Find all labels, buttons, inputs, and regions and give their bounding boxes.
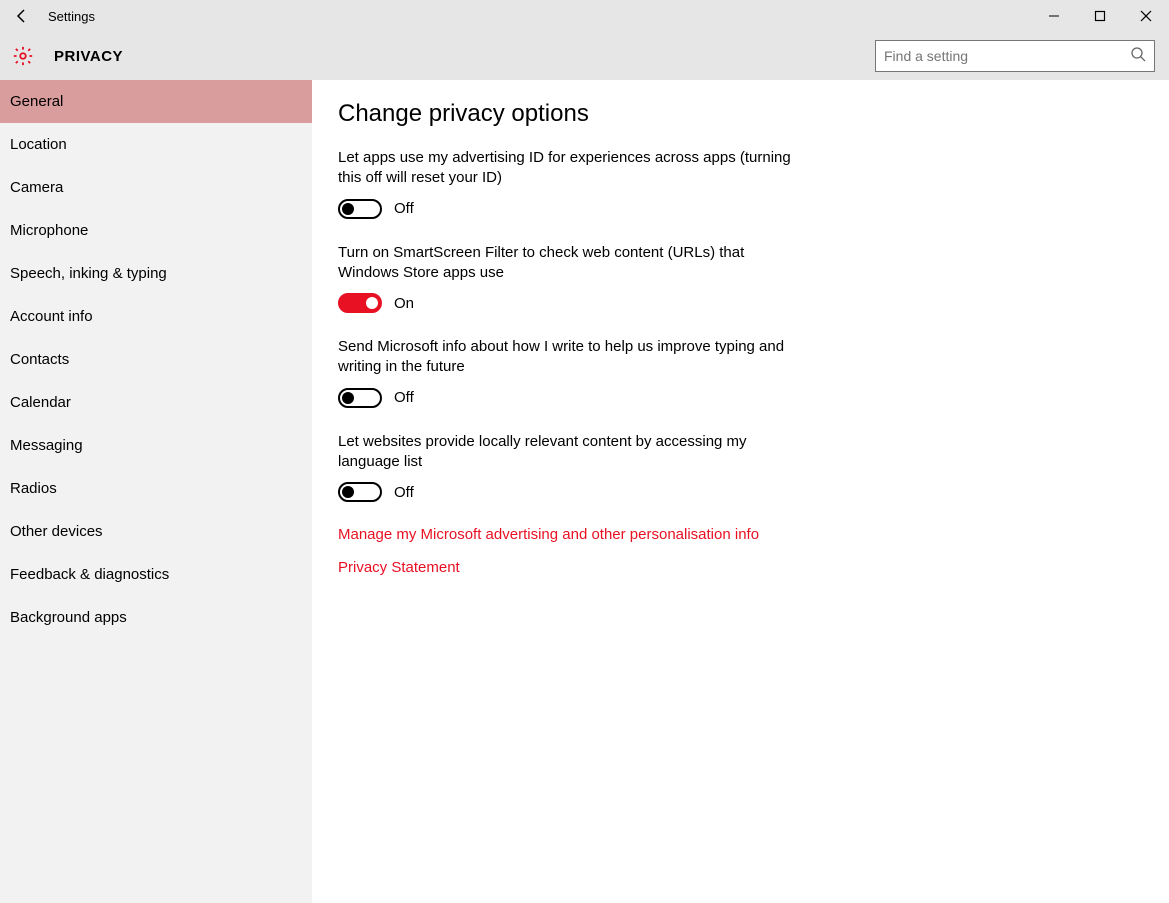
back-button[interactable] [12,6,32,26]
sidebar-item-contacts[interactable]: Contacts [0,338,312,381]
sidebar-item-label: Other devices [10,523,103,540]
setting-block: Send Microsoft info about how I write to… [338,337,798,408]
sidebar-item-general[interactable]: General [0,80,312,123]
setting-description: Send Microsoft info about how I write to… [338,337,798,378]
sidebar: General Location Camera Microphone Speech, i… [0,80,312,903]
page-heading: Change privacy options [338,100,1169,128]
close-button[interactable] [1123,0,1169,32]
sidebar-item-label: Contacts [10,351,69,368]
toggle-switch[interactable] [338,199,382,219]
sidebar-item-feedback-diagnostics[interactable]: Feedback & diagnostics [0,553,312,596]
toggle-switch[interactable] [338,293,382,313]
sidebar-item-messaging[interactable]: Messaging [0,424,312,467]
toggle-switch[interactable] [338,388,382,408]
setting-description: Turn on SmartScreen Filter to check web … [338,243,798,284]
sidebar-item-label: General [10,93,63,110]
section-title: PRIVACY [54,48,123,65]
toggle-state-label: Off [394,389,414,406]
maximize-button[interactable] [1077,0,1123,32]
sidebar-item-label: Microphone [10,222,88,239]
setting-description: Let apps use my advertising ID for exper… [338,148,798,189]
toggle-state-label: Off [394,200,414,217]
sidebar-item-label: Background apps [10,609,127,626]
search-input[interactable] [884,48,1130,64]
setting-description: Let websites provide locally relevant co… [338,432,798,473]
toggle-state-label: Off [394,484,414,501]
main-pane: Change privacy options Let apps use my a… [312,80,1169,903]
minimize-button[interactable] [1031,0,1077,32]
sidebar-item-label: Location [10,136,67,153]
sidebar-item-speech-inking-typing[interactable]: Speech, inking & typing [0,252,312,295]
setting-block: Let websites provide locally relevant co… [338,432,798,503]
search-icon [1130,46,1146,67]
toggle-state-label: On [394,295,414,312]
sidebar-item-label: Speech, inking & typing [10,265,167,282]
sidebar-item-account-info[interactable]: Account info [0,295,312,338]
sidebar-item-calendar[interactable]: Calendar [0,381,312,424]
sidebar-item-background-apps[interactable]: Background apps [0,596,312,639]
sidebar-item-label: Account info [10,308,93,325]
sidebar-item-label: Radios [10,480,57,497]
toggle-switch[interactable] [338,482,382,502]
search-box[interactable] [875,40,1155,72]
sidebar-item-other-devices[interactable]: Other devices [0,510,312,553]
setting-block: Let apps use my advertising ID for exper… [338,148,798,219]
gear-icon [12,45,34,67]
setting-block: Turn on SmartScreen Filter to check web … [338,243,798,314]
sidebar-item-radios[interactable]: Radios [0,467,312,510]
link-privacy-statement[interactable]: Privacy Statement [338,559,1169,576]
app-title: Settings [48,9,95,24]
sidebar-item-microphone[interactable]: Microphone [0,209,312,252]
sidebar-item-label: Feedback & diagnostics [10,566,169,583]
sidebar-item-location[interactable]: Location [0,123,312,166]
sidebar-item-camera[interactable]: Camera [0,166,312,209]
link-manage-my-microsoft-advertising-and-othe[interactable]: Manage my Microsoft advertising and othe… [338,526,1169,543]
sidebar-item-label: Camera [10,179,63,196]
sidebar-item-label: Messaging [10,437,83,454]
sidebar-item-label: Calendar [10,394,71,411]
